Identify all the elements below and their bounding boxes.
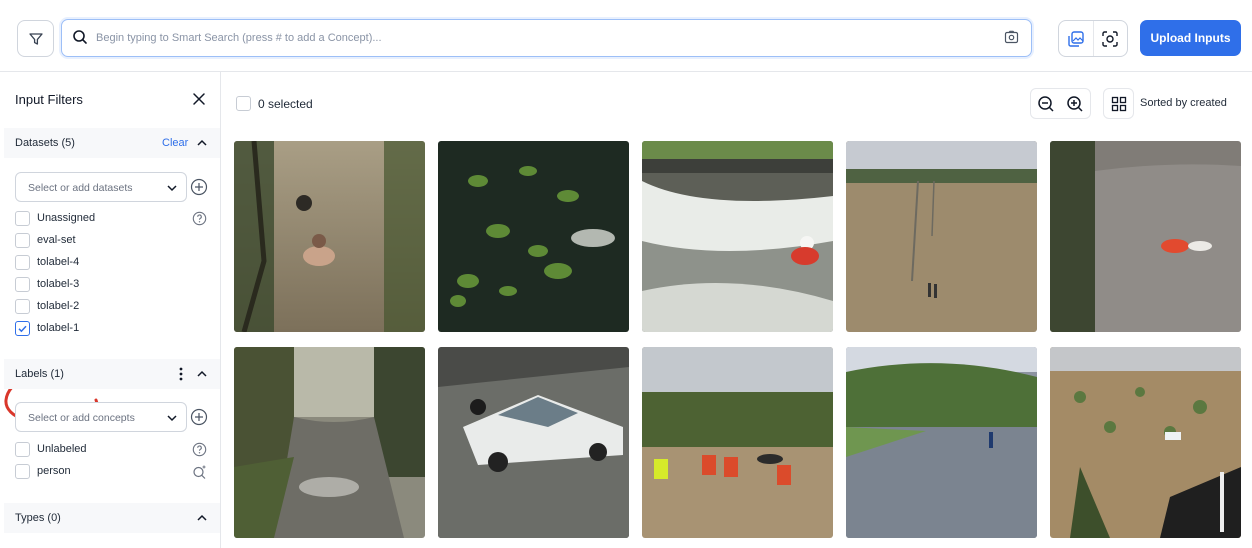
- checkbox[interactable]: [15, 299, 30, 314]
- types-section-header[interactable]: Types (0): [4, 503, 220, 533]
- zoom-out-button[interactable]: [1031, 89, 1061, 119]
- input-thumbnail[interactable]: [438, 141, 629, 332]
- dataset-item-tolabel-4[interactable]: tolabel-4: [15, 254, 210, 272]
- check-icon: [18, 325, 27, 333]
- checkbox[interactable]: [15, 277, 30, 292]
- datasets-section-label: Datasets (5): [15, 137, 75, 149]
- help-icon[interactable]: [192, 442, 207, 457]
- label-item-label: Unlabeled: [37, 443, 87, 455]
- input-thumbnail[interactable]: [846, 347, 1037, 538]
- input-thumbnail[interactable]: [438, 347, 629, 538]
- checkbox[interactable]: [15, 211, 30, 226]
- gallery-view-icon: [1068, 30, 1084, 47]
- chevron-down-icon: [167, 185, 177, 192]
- dataset-item-unassigned[interactable]: Unassigned: [15, 210, 210, 228]
- checkbox-checked[interactable]: [15, 321, 30, 336]
- datasets-section-header[interactable]: Datasets (5) Clear: [4, 128, 220, 158]
- more-vertical-icon[interactable]: [178, 366, 184, 382]
- chevron-down-icon: [167, 415, 177, 422]
- gallery-view-button[interactable]: [1059, 21, 1093, 56]
- chevron-up-icon[interactable]: [196, 368, 208, 380]
- selected-count: 0 selected: [258, 97, 313, 111]
- smart-search-box[interactable]: [61, 19, 1032, 57]
- input-thumbnail[interactable]: [1050, 347, 1241, 538]
- dataset-item-label: tolabel-4: [37, 256, 80, 268]
- inputs-gallery: 0 selected Sorted by created: [221, 72, 1252, 548]
- grid-icon: [1111, 96, 1126, 111]
- datasets-select-placeholder: Select or add datasets: [28, 182, 133, 194]
- add-concept-icon[interactable]: [190, 408, 208, 426]
- input-thumbnail[interactable]: [846, 141, 1037, 332]
- zoom-controls: [1030, 88, 1091, 119]
- object-view-button[interactable]: [1092, 21, 1127, 56]
- label-item-unlabeled[interactable]: Unlabeled: [15, 441, 210, 459]
- concepts-select[interactable]: Select or add concepts: [15, 402, 187, 432]
- select-all-checkbox[interactable]: [236, 96, 251, 111]
- checkbox[interactable]: [15, 442, 30, 457]
- help-icon[interactable]: [192, 211, 207, 226]
- input-thumbnail[interactable]: [234, 347, 425, 538]
- dataset-item-eval-set[interactable]: eval-set: [15, 232, 210, 250]
- dataset-item-tolabel-2[interactable]: tolabel-2: [15, 298, 210, 316]
- input-thumbnail[interactable]: [234, 141, 425, 332]
- checkbox[interactable]: [15, 233, 30, 248]
- dataset-item-label: eval-set: [37, 234, 76, 246]
- zoom-out-icon: [1038, 96, 1054, 112]
- dataset-item-label: tolabel-3: [37, 278, 80, 290]
- concept-search-icon[interactable]: [192, 464, 208, 480]
- sort-order-label[interactable]: Sorted by created: [1140, 97, 1227, 109]
- close-icon[interactable]: [192, 92, 206, 106]
- dataset-item-tolabel-1[interactable]: tolabel-1: [15, 320, 210, 338]
- dataset-item-label: tolabel-2: [37, 300, 80, 312]
- chevron-up-icon[interactable]: [196, 137, 208, 149]
- datasets-select[interactable]: Select or add datasets: [15, 172, 187, 202]
- types-section-label: Types (0): [15, 512, 61, 524]
- smart-search-input[interactable]: [96, 26, 976, 50]
- add-dataset-icon[interactable]: [190, 178, 208, 196]
- datasets-clear-link[interactable]: Clear: [162, 137, 188, 149]
- upload-inputs-button[interactable]: Upload Inputs: [1140, 20, 1241, 56]
- search-icon: [73, 30, 87, 44]
- label-item-person[interactable]: person: [15, 463, 210, 481]
- grid-layout-button[interactable]: [1103, 88, 1134, 119]
- checkbox[interactable]: [15, 464, 30, 479]
- input-thumbnail[interactable]: [642, 141, 833, 332]
- sidebar-title: Input Filters: [15, 92, 83, 107]
- concepts-select-placeholder: Select or add concepts: [28, 412, 135, 424]
- dataset-item-label: Unassigned: [37, 212, 96, 224]
- checkbox[interactable]: [15, 255, 30, 270]
- dataset-item-tolabel-3[interactable]: tolabel-3: [15, 276, 210, 294]
- dataset-item-label: tolabel-1: [37, 322, 80, 334]
- input-filters-sidebar: Input Filters Datasets (5) Clear Select …: [0, 72, 221, 548]
- filter-icon: [28, 32, 43, 45]
- zoom-in-button[interactable]: [1061, 89, 1091, 119]
- input-thumbnail[interactable]: [1050, 141, 1241, 332]
- view-mode-toggle: [1058, 20, 1128, 57]
- labels-section-label: Labels (1): [15, 368, 64, 380]
- zoom-in-icon: [1067, 96, 1083, 112]
- filter-toggle-button[interactable]: [17, 20, 54, 57]
- chevron-up-icon[interactable]: [196, 512, 208, 524]
- labels-section-header[interactable]: Labels (1): [4, 359, 220, 389]
- input-thumbnail[interactable]: [642, 347, 833, 538]
- top-bar: Upload Inputs: [0, 0, 1252, 72]
- image-search-icon[interactable]: [1004, 30, 1019, 45]
- object-view-icon: [1102, 30, 1119, 47]
- label-item-label: person: [37, 465, 71, 477]
